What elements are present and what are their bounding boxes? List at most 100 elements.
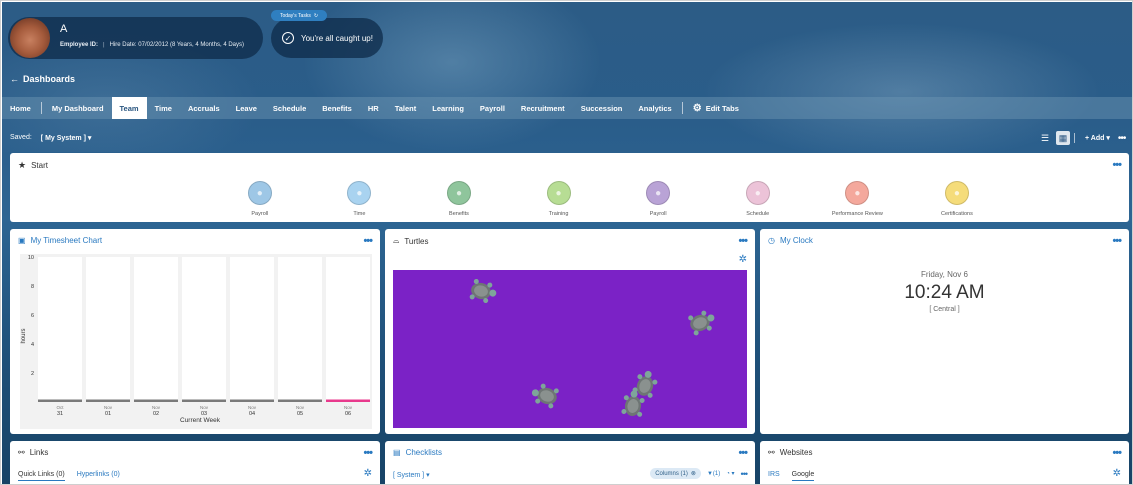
bar[interactable] (182, 399, 226, 403)
close-icon[interactable]: ⊗ (691, 470, 696, 477)
start-item-certifications[interactable]: ● Certifications (907, 181, 1007, 217)
bar[interactable] (86, 399, 130, 403)
avatar[interactable] (10, 18, 50, 58)
website-link-irs[interactable]: IRS (768, 471, 780, 481)
employee-card[interactable]: A Employee ID: | Hire Date: 07/02/2012 (… (8, 17, 263, 59)
checklists-filter-select[interactable]: [ System ] ▾ (393, 471, 430, 479)
tab-succession[interactable]: Succession (573, 97, 631, 119)
start-item-time[interactable]: ● Time (310, 181, 410, 217)
bar[interactable] (38, 399, 82, 403)
websites-settings-icon[interactable]: ✲ (1113, 468, 1121, 479)
start-item-benefits[interactable]: ● Benefits (409, 181, 509, 217)
websites-more-icon[interactable]: ••• (1112, 447, 1122, 459)
hire-date-label: Hire Date: (109, 42, 137, 48)
clock-more-icon[interactable]: ••• (1112, 235, 1122, 247)
gear-icon: ⚙ (692, 102, 702, 114)
tab-talent[interactable]: Talent (387, 97, 425, 119)
website-link-google[interactable]: Google (791, 471, 815, 481)
y-tick-label: 10 (28, 255, 34, 261)
turtles-title: ⌓ Turtles (393, 236, 428, 246)
medal-icon: ● (944, 181, 969, 205)
clock-icon: ◷ (768, 236, 775, 245)
start-more-icon[interactable]: ••• (1112, 159, 1122, 171)
hyperlinks-tab[interactable]: Hyperlinks (0) (77, 471, 120, 481)
tab-home[interactable]: Home (2, 97, 39, 119)
checklists-title[interactable]: ▤ Checklists (393, 448, 442, 457)
tab-accruals[interactable]: Accruals (180, 97, 228, 119)
pie-chart-icon[interactable]: ◔ ▾ (726, 470, 734, 477)
saved-label: Saved: (10, 134, 32, 141)
employee-name: A (60, 23, 68, 35)
turtles-more-icon[interactable]: ••• (738, 235, 748, 247)
start-item-label: Performance Review (831, 211, 883, 217)
dashboards-back-link[interactable]: ← Dashboards (10, 74, 75, 84)
start-item-schedule[interactable]: ● Schedule (708, 181, 808, 217)
x-tick-month: Nov (152, 405, 161, 410)
checklists-label: Checklists (405, 448, 443, 457)
tab-hr[interactable]: HR (360, 97, 387, 119)
bar-column (86, 257, 130, 402)
start-item-payroll[interactable]: ● Payroll (608, 181, 708, 217)
edit-tabs-button[interactable]: ⚙ Edit Tabs (685, 97, 747, 119)
more-options-icon[interactable]: ••• (1118, 133, 1126, 144)
list-view-icon[interactable]: ☰ (1038, 131, 1052, 145)
bar[interactable] (230, 399, 274, 403)
x-tick-day: 05 (297, 411, 303, 417)
start-item-payroll[interactable]: ● Payroll (210, 181, 310, 217)
turtles-canvas[interactable] (393, 270, 747, 428)
clock-title[interactable]: ◷ My Clock (768, 236, 813, 245)
tab-divider (40, 102, 42, 114)
tab-schedule[interactable]: Schedule (265, 97, 314, 119)
grid-view-icon[interactable]: ▦ (1056, 131, 1070, 145)
bar[interactable] (134, 399, 178, 403)
start-item-label: Payroll (251, 211, 269, 217)
saved-view-select[interactable]: [ My System ] ▾ (41, 134, 92, 142)
tab-benefits[interactable]: Benefits (314, 97, 360, 119)
checklist-icon: ▤ (393, 448, 401, 457)
turtles-settings-icon[interactable]: ✲ (739, 254, 747, 265)
filter-button[interactable]: ▼(1) (707, 471, 720, 477)
quick-links-tab[interactable]: Quick Links (0) (18, 471, 65, 481)
x-tick-month: Nov (296, 405, 305, 410)
add-widget-button[interactable]: + Add ▾ (1085, 134, 1110, 142)
tab-time[interactable]: Time (147, 97, 180, 119)
clock-display: Friday, Nov 6 10:24 AM [ Central ] (760, 270, 1129, 313)
links-settings-icon[interactable]: ✲ (364, 468, 372, 479)
stopwatch-icon: ● (347, 181, 372, 205)
turtles-label: Turtles (404, 236, 429, 246)
checklists-tools-more-icon[interactable]: ••• (741, 469, 749, 479)
employee-id-label: Employee ID: (60, 42, 99, 48)
refresh-icon[interactable]: ↻ (314, 13, 318, 19)
tab-payroll[interactable]: Payroll (472, 97, 513, 119)
tab-analytics[interactable]: Analytics (630, 97, 679, 119)
checklists-filter-row: [ System ] ▾ (393, 471, 430, 479)
todays-tasks-tag[interactable]: Today's Tasks ↻ (271, 10, 327, 21)
tab-leave[interactable]: Leave (228, 97, 265, 119)
bar[interactable] (326, 399, 370, 403)
links-more-icon[interactable]: ••• (363, 447, 373, 459)
calendar-icon: ● (745, 181, 770, 205)
app-window: A Employee ID: | Hire Date: 07/02/2012 (… (0, 0, 1133, 485)
timesheet-chart: Oct31Nov01Nov02Nov03Nov04Nov05Nov0624681… (20, 254, 372, 429)
start-item-label: Training (548, 211, 569, 217)
tab-learning[interactable]: Learning (424, 97, 472, 119)
start-item-training[interactable]: ● Training (509, 181, 609, 217)
checklists-more-icon[interactable]: ••• (738, 447, 748, 459)
columns-pill[interactable]: Columns (1) ⊗ (650, 468, 701, 479)
arrow-left-icon: ← (10, 74, 19, 84)
check-icon: ✓ (282, 32, 294, 44)
x-tick-month: Nov (248, 405, 257, 410)
start-item-label: Schedule (746, 211, 770, 217)
start-item-performance-review[interactable]: ● Performance Review (808, 181, 908, 217)
links-subtabs: Quick Links (0) Hyperlinks (0) (18, 471, 120, 481)
y-tick-label: 2 (31, 371, 34, 377)
edit-tabs-label: Edit Tabs (705, 103, 739, 113)
main-tabs: Home My Dashboard Team Time Accruals Leave Sch… (2, 97, 1132, 119)
bar[interactable] (278, 399, 322, 403)
clock-time: 10:24 AM (904, 282, 985, 303)
tab-team[interactable]: Team (111, 97, 147, 119)
bar-column (38, 257, 82, 402)
money-icon: ● (247, 181, 272, 205)
tab-my-dashboard[interactable]: My Dashboard (44, 97, 112, 119)
tab-recruitment[interactable]: Recruitment (513, 97, 573, 119)
